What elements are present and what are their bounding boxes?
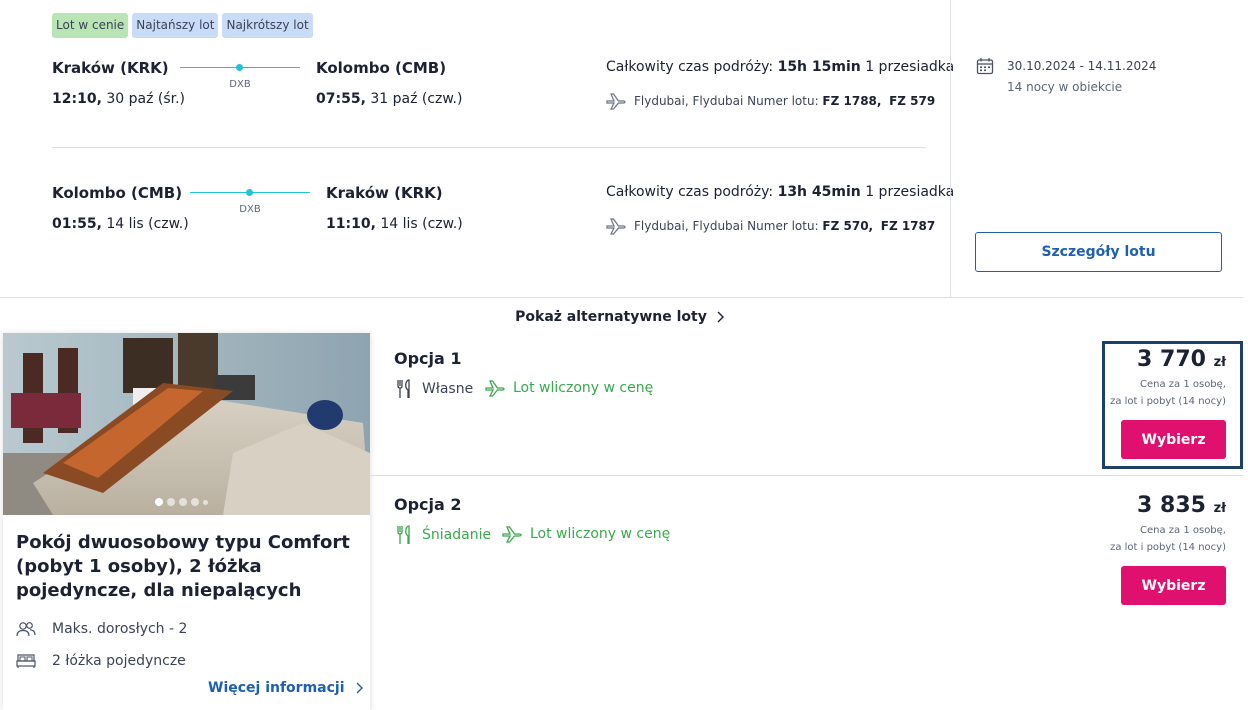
outbound-departure-time: 12:10, 30 paź (śr.) <box>52 91 186 107</box>
room-card: Pokój dwuosobowy typu Comfort (pobyt 1 o… <box>3 333 370 710</box>
option-2-price: 3 835 zł <box>1137 493 1226 518</box>
stay-nights: 14 nocy w obiekcie <box>1007 80 1123 94</box>
more-info-link[interactable]: Więcej informacji <box>208 680 363 696</box>
inbound-total-time: Całkowity czas podróży: 13h 45min 1 prze… <box>606 184 955 200</box>
option-2-flight-label: Lot wliczony w cenę <box>530 526 671 542</box>
badge-shortest-flight: Najkrótszy lot <box>222 13 313 38</box>
stay-dates: 30.10.2024 - 14.11.2024 <box>1007 59 1157 73</box>
option-2-flight-included: Lot wliczony w cenę <box>502 525 670 543</box>
inbound-arrival-time: 11:10, 14 lis (czw.) <box>326 216 463 232</box>
chevron-right-icon <box>356 682 363 694</box>
photo-dot[interactable] <box>203 499 208 505</box>
outbound-airline-info: Flydubai, Flydubai Numer lotu: FZ 1788, … <box>606 92 935 110</box>
plane-icon <box>502 526 522 543</box>
chevron-right-icon <box>717 311 724 323</box>
beds-label: 2 łóżka pojedyncze <box>52 653 186 669</box>
section-divider <box>0 297 1243 298</box>
cutlery-icon <box>397 525 410 544</box>
room-feature-beds: 2 łóżka pojedyncze <box>16 653 186 669</box>
show-alternative-flights-link[interactable]: Pokaż alternatywne loty <box>0 309 1240 325</box>
option-2-price-note: Cena za 1 osobę, za lot i pobyt (14 nocy) <box>1110 525 1226 553</box>
outbound-stop-code: DXB <box>229 79 251 90</box>
room-title: Pokój dwuosobowy typu Comfort (pobyt 1 o… <box>16 532 350 601</box>
bed-icon <box>16 654 36 668</box>
plane-icon <box>606 218 626 235</box>
option-1-choose-button[interactable]: Wybierz <box>1121 420 1226 459</box>
option-1-title: Opcja 1 <box>394 349 462 368</box>
more-info-label: Więcej informacji <box>208 680 345 696</box>
calendar-icon <box>976 57 994 79</box>
outbound-stop-dot <box>236 64 243 71</box>
badge-flight-included: Lot w cenie <box>52 13 129 38</box>
photo-dot[interactable] <box>191 498 199 506</box>
inbound-airline-info: Flydubai, Flydubai Numer lotu: FZ 570, F… <box>606 217 935 235</box>
alt-flights-label: Pokaż alternatywne loty <box>515 309 707 325</box>
option-2-board: Śniadanie <box>394 525 491 545</box>
photo-dot[interactable] <box>179 498 187 506</box>
option-1-board: Własne <box>394 379 473 399</box>
option-1-flight-label: Lot wliczony w cenę <box>513 380 654 396</box>
photo-pagination[interactable] <box>155 498 208 506</box>
option-2-choose-button[interactable]: Wybierz <box>1121 566 1226 605</box>
photo-dot[interactable] <box>167 498 175 506</box>
max-adults-label: Maks. dorosłych - 2 <box>52 621 188 637</box>
people-icon <box>16 622 36 637</box>
flight-details-button[interactable]: Szczegóły lotu <box>975 232 1222 272</box>
inbound-stop-dot <box>246 189 253 196</box>
badge-cheapest-flight: Najtańszy lot <box>132 13 219 38</box>
room-feature-max-adults: Maks. dorosłych - 2 <box>16 621 187 637</box>
panel-divider <box>950 0 951 297</box>
option-2-title: Opcja 2 <box>394 495 462 514</box>
option-1-price: 3 770 zł <box>1137 347 1226 372</box>
outbound-arrival-time: 07:55, 31 paź (czw.) <box>316 91 463 107</box>
room-photo[interactable] <box>3 333 370 515</box>
flight-badges: Lot w cenie Najtańszy lot Najkrótszy lot <box>52 13 313 38</box>
option-2-board-label: Śniadanie <box>422 527 492 543</box>
inbound-arrival-city: Kraków (KRK) <box>326 184 443 202</box>
option-divider <box>370 475 1243 476</box>
flight-divider <box>52 147 926 148</box>
outbound-arrival-city: Kolombo (CMB) <box>316 59 447 77</box>
option-1-flight-included: Lot wliczony w cenę <box>485 379 653 397</box>
outbound-departure-city: Kraków (KRK) <box>52 59 169 77</box>
inbound-stop-code: DXB <box>239 204 261 215</box>
option-1-price-note: Cena za 1 osobę, za lot i pobyt (14 nocy) <box>1110 379 1226 407</box>
cutlery-icon <box>397 379 410 398</box>
photo-dot[interactable] <box>155 498 163 506</box>
plane-icon <box>606 93 626 110</box>
inbound-departure-time: 01:55, 14 lis (czw.) <box>52 216 189 232</box>
option-1-board-label: Własne <box>422 381 474 397</box>
outbound-total-time: Całkowity czas podróży: 15h 15min 1 prze… <box>606 59 955 75</box>
inbound-departure-city: Kolombo (CMB) <box>52 184 183 202</box>
plane-icon <box>485 380 505 397</box>
